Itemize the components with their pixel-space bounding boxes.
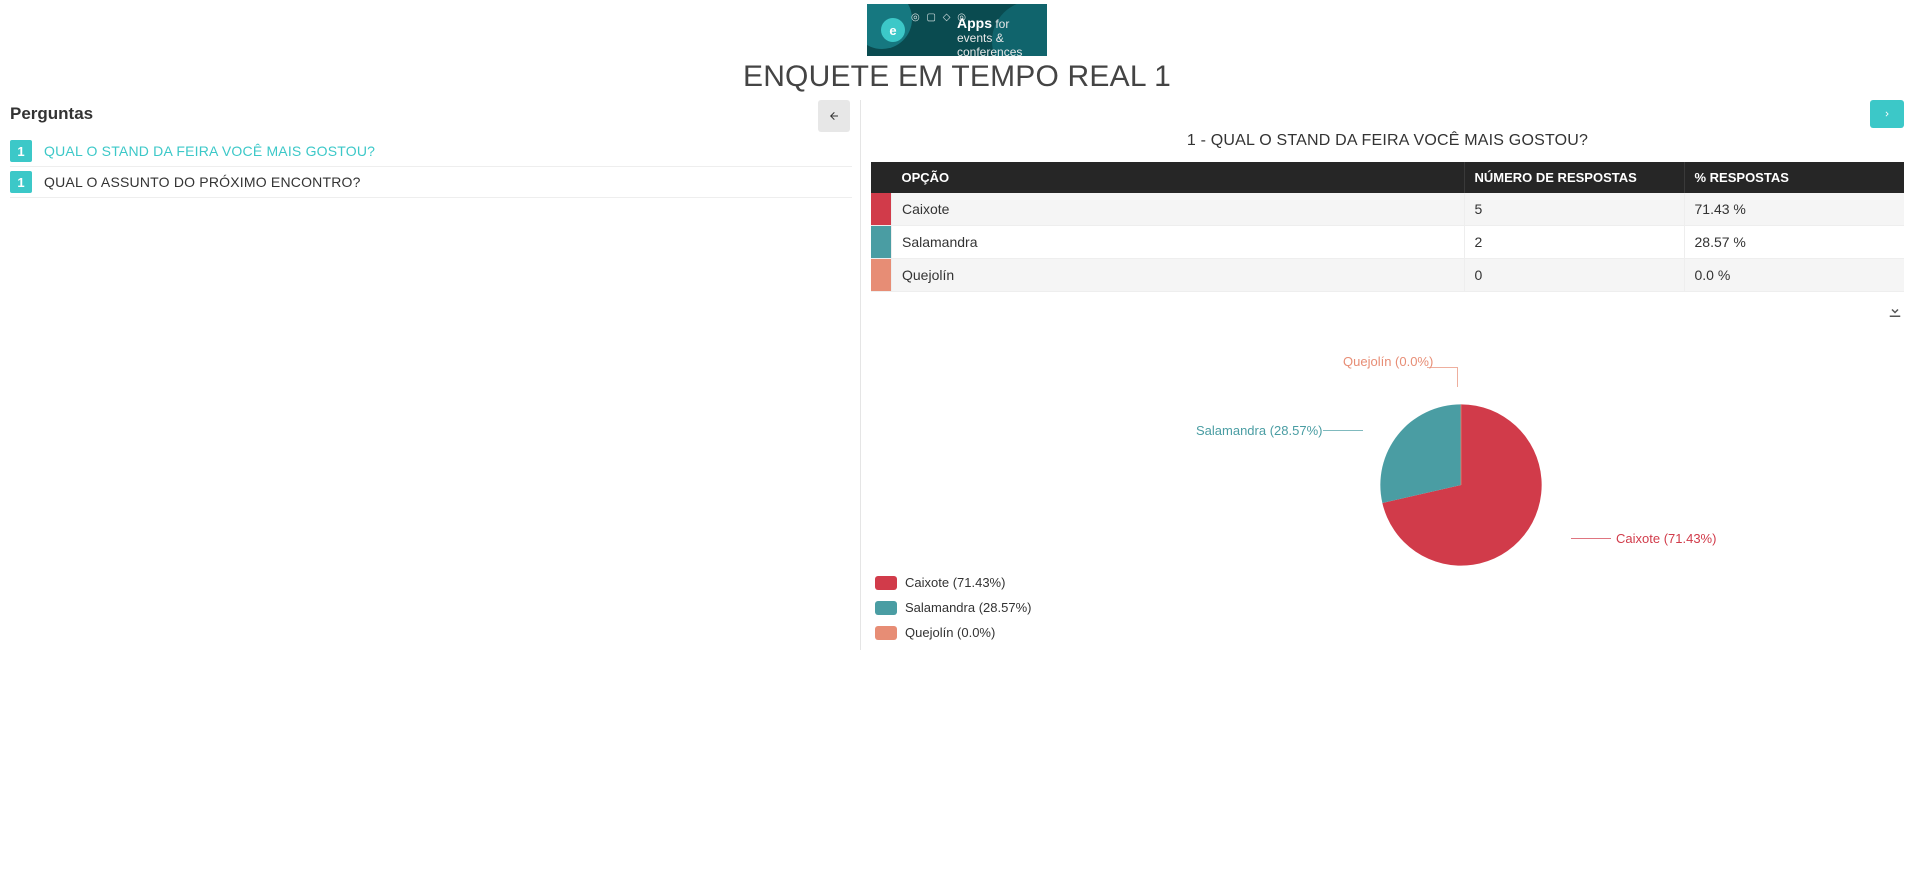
- pie-slice-label: Quejolín (0.0%): [1343, 354, 1433, 369]
- next-button[interactable]: [1870, 100, 1904, 128]
- chevron-right-icon: [1882, 109, 1892, 119]
- question-item[interactable]: 1 QUAL O ASSUNTO DO PRÓXIMO ENCONTRO?: [10, 167, 852, 198]
- row-pct: 0.0 %: [1684, 259, 1904, 292]
- logo-text-for: for: [995, 17, 1009, 31]
- th-option: OPÇÃO: [892, 162, 1465, 193]
- pie-slice-label: Caixote (71.43%): [1616, 531, 1716, 546]
- row-count: 5: [1464, 193, 1684, 226]
- row-pct: 28.57 %: [1684, 226, 1904, 259]
- legend-label: Salamandra (28.57%): [905, 600, 1031, 615]
- question-item[interactable]: 1 QUAL O STAND DA FEIRA VOCÊ MAIS GOSTOU…: [10, 136, 852, 167]
- row-color-swatch: [871, 226, 892, 259]
- th-count: NÚMERO DE RESPOSTAS: [1464, 162, 1684, 193]
- download-icon[interactable]: [1886, 302, 1904, 320]
- row-option: Salamandra: [892, 226, 1465, 259]
- row-option: Caixote: [892, 193, 1465, 226]
- legend-label: Caixote (71.43%): [905, 575, 1005, 590]
- arrow-left-icon: [828, 110, 840, 122]
- legend-item: Salamandra (28.57%): [875, 600, 1091, 615]
- results-table: OPÇÃO NÚMERO DE RESPOSTAS % RESPOSTAS Ca…: [871, 162, 1904, 292]
- legend-swatch: [875, 626, 897, 640]
- legend-label: Quejolín (0.0%): [905, 625, 995, 640]
- pie-chart: Caixote (71.43%) Salamandra (28.57%) Que…: [871, 345, 1904, 650]
- row-color-swatch: [871, 259, 892, 292]
- table-row: Caixote 5 71.43 %: [871, 193, 1904, 226]
- questions-heading: Perguntas: [10, 104, 852, 124]
- question-text: QUAL O ASSUNTO DO PRÓXIMO ENCONTRO?: [44, 174, 361, 190]
- back-button[interactable]: [818, 100, 850, 132]
- row-color-swatch: [871, 193, 892, 226]
- table-row: Salamandra 2 28.57 %: [871, 226, 1904, 259]
- brand-logo: e ◎ ▢ ◇ ◎ Apps for events & conferences: [867, 4, 1047, 56]
- pie-slice-label: Salamandra (28.57%): [1196, 423, 1322, 438]
- row-count: 2: [1464, 226, 1684, 259]
- question-number-badge: 1: [10, 171, 32, 193]
- row-count: 0: [1464, 259, 1684, 292]
- legend-item: Quejolín (0.0%): [875, 625, 1091, 640]
- logo-text-sub: events & conferences: [957, 31, 1022, 56]
- logo-text-apps: Apps: [957, 15, 992, 31]
- result-question-title: 1 - QUAL O STAND DA FEIRA VOCÊ MAIS GOST…: [871, 132, 1904, 150]
- th-color: [871, 162, 892, 193]
- page-title: ENQUETE EM TEMPO REAL 1: [0, 60, 1914, 94]
- legend-swatch: [875, 576, 897, 590]
- row-pct: 71.43 %: [1684, 193, 1904, 226]
- question-text: QUAL O STAND DA FEIRA VOCÊ MAIS GOSTOU?: [44, 143, 375, 159]
- legend-swatch: [875, 601, 897, 615]
- pie-chart-svg: [1351, 375, 1571, 595]
- table-row: Quejolín 0 0.0 %: [871, 259, 1904, 292]
- th-pct: % RESPOSTAS: [1684, 162, 1904, 193]
- legend-item: Caixote (71.43%): [875, 575, 1091, 590]
- row-option: Quejolín: [892, 259, 1465, 292]
- question-number-badge: 1: [10, 140, 32, 162]
